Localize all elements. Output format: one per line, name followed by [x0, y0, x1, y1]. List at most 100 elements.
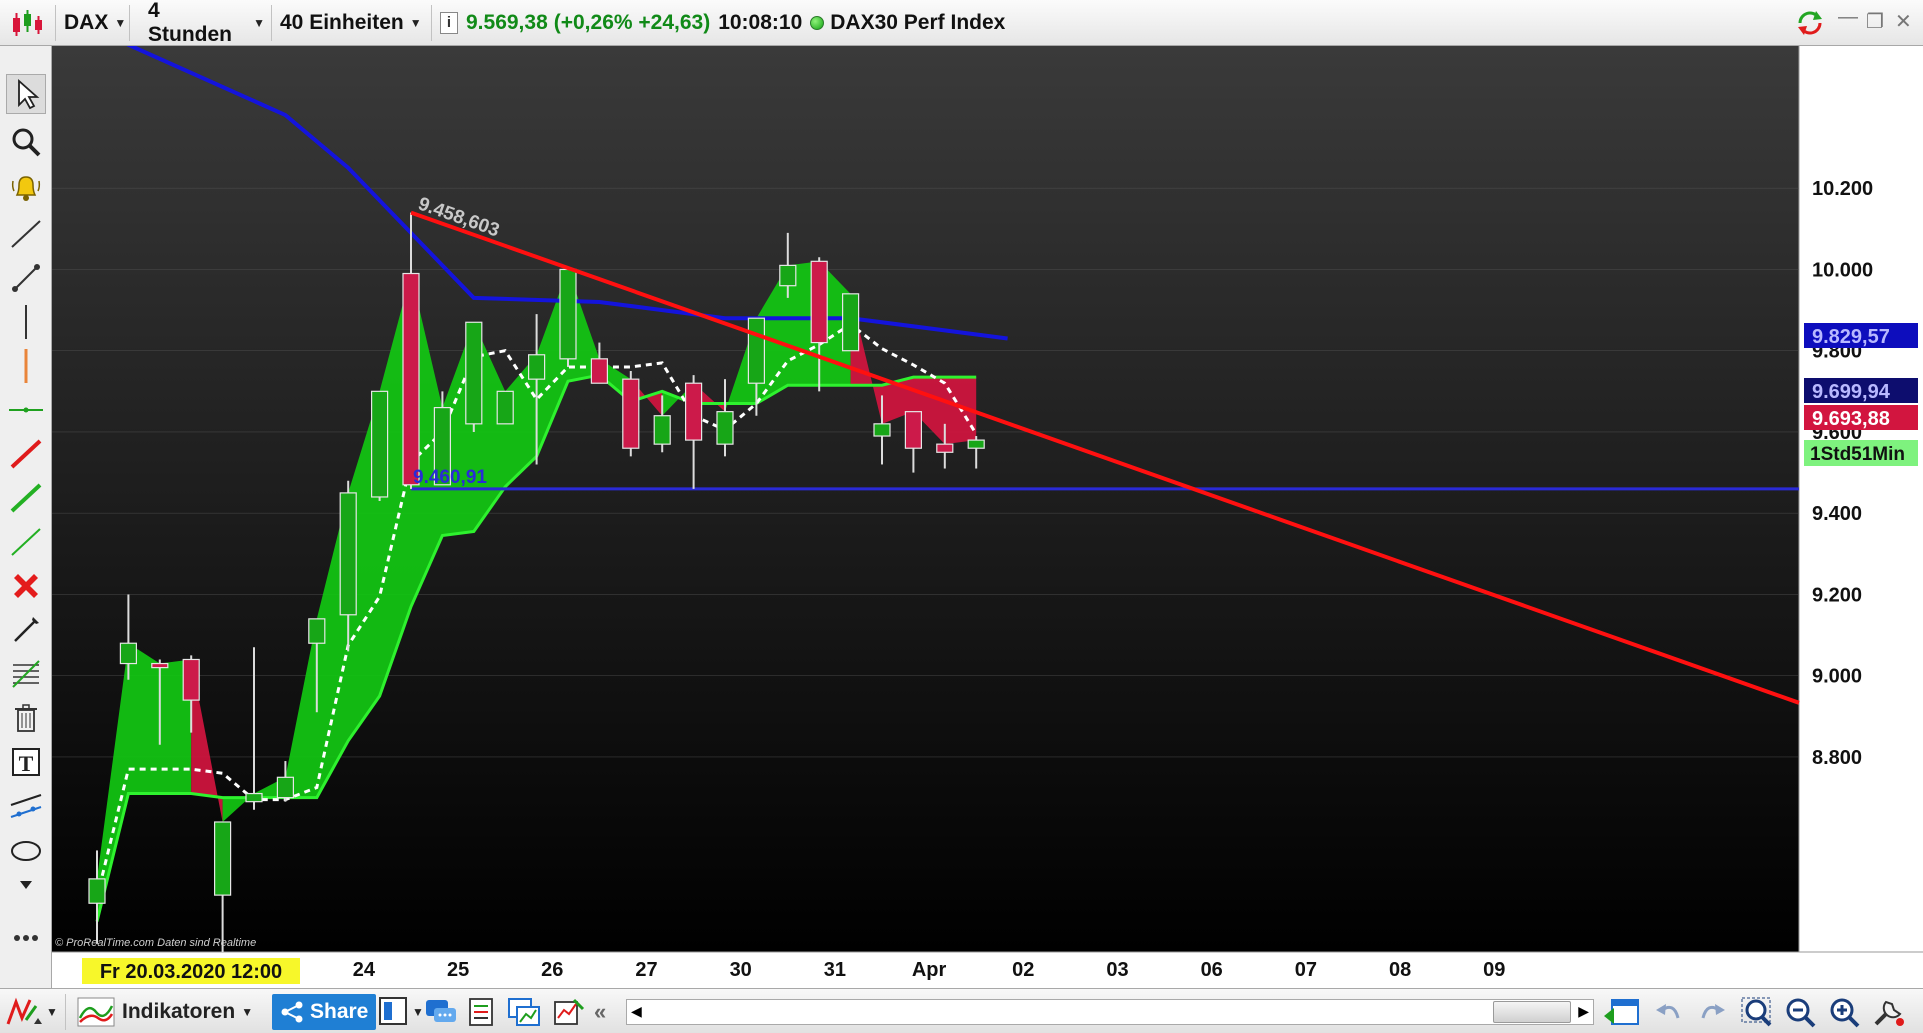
units-label: 40 Einheiten [280, 11, 404, 34]
zoom-out-icon[interactable] [1784, 994, 1818, 1030]
units-dropdown[interactable]: 40 Einheiten ▼ [274, 5, 432, 41]
time-tick-label: 02 [1012, 959, 1034, 981]
share-icon [281, 1001, 303, 1023]
bullish-candle [308, 618, 326, 644]
svg-text:T: T [19, 751, 34, 776]
timeframe-dropdown[interactable]: 4 Stunden ▼ [142, 0, 272, 46]
bearish-candle [622, 378, 640, 449]
trendline-red-icon[interactable] [6, 434, 46, 474]
toolbar-scroll-down-icon[interactable] [6, 872, 46, 898]
delete-drawings-icon[interactable] [6, 566, 46, 606]
layout-icon[interactable]: ▼ [376, 994, 424, 1030]
price-chart[interactable]: 9.460,91 9.458,603 10.200 10.000 9.800 9.600… [52, 46, 1923, 988]
bullish-candle [371, 390, 389, 498]
time-tick-label: 27 [635, 959, 657, 981]
instrument-name: DAX30 Perf Index [830, 11, 1006, 34]
vertical-ray-icon[interactable] [6, 346, 46, 386]
backtest-icon[interactable] [552, 994, 586, 1030]
horizontal-line-icon[interactable] [6, 390, 46, 430]
bullish-candle [214, 821, 232, 896]
undo-icon[interactable] [1652, 994, 1684, 1030]
bearish-candle [684, 382, 703, 441]
scroll-left-icon[interactable]: ◀ [631, 1003, 642, 1020]
time-scrollbar[interactable]: ◀ ▶ [626, 999, 1594, 1025]
trendline-green-icon[interactable] [6, 478, 46, 518]
quote-info: i 9.569,38 (+0,26% +24,63) 10:08:10 DAX3… [434, 5, 1084, 41]
channel-tool-icon[interactable] [6, 786, 46, 826]
trash-icon[interactable] [6, 698, 46, 738]
zoom-tool-icon[interactable] [6, 122, 46, 162]
drawing-toolbar: T [0, 46, 52, 988]
symbol-label: DAX [64, 11, 109, 34]
zoom-fit-icon[interactable] [1740, 994, 1776, 1030]
quote-time: 10:08:10 [718, 11, 803, 34]
comments-icon[interactable] [424, 994, 458, 1030]
collapse-toolbar-button[interactable]: « [594, 994, 606, 1030]
last-price: 9.569,38 [466, 11, 548, 34]
price-change: (+0,26% +24,63) [553, 11, 711, 34]
bullish-candle [528, 354, 546, 380]
plot-background [52, 46, 1799, 952]
price-tick-label: 10.200 [1812, 178, 1873, 200]
indicators-button[interactable]: Indikatoren ▼ [76, 994, 253, 1030]
scroll-right-icon[interactable]: ▶ [1578, 1003, 1589, 1020]
price-badge-label: 9.693,88 [1812, 408, 1890, 430]
time-tick-label: 30 [730, 959, 752, 981]
time-tick-label: 08 [1389, 959, 1411, 981]
alert-bell-icon[interactable] [6, 168, 46, 208]
settings-icon[interactable] [1872, 994, 1908, 1030]
chart-canvas[interactable]: 9.460,919.458,603 10.20010.0009.8009.600… [52, 46, 1923, 988]
fibonacci-tool-icon[interactable] [6, 654, 46, 694]
chevron-down-icon: ▼ [114, 16, 127, 30]
orderbook-icon[interactable] [466, 994, 496, 1030]
bearish-candle [151, 662, 169, 669]
chart-type-icon[interactable] [4, 5, 56, 41]
trading-platform-window: DAX ▼ 4 Stunden ▼ 40 Einheiten ▼ i 9.569,38… [0, 0, 1923, 1033]
bullish-candle [716, 411, 734, 445]
more-options-icon[interactable] [6, 918, 46, 958]
pencil-tool-icon[interactable] [6, 610, 46, 650]
symbol-dropdown[interactable]: DAX ▼ [58, 5, 130, 41]
bearish-candle [810, 260, 828, 344]
bullish-candle [779, 264, 797, 287]
ellipse-tool-icon[interactable] [6, 830, 46, 870]
info-icon[interactable]: i [440, 12, 458, 34]
indicators-label: Indikatoren [122, 1000, 236, 1023]
bullish-candle [276, 776, 294, 799]
scrollbar-thumb[interactable] [1493, 1001, 1571, 1023]
price-tick-label: 9.200 [1812, 584, 1862, 606]
calendar-icon[interactable] [1602, 994, 1640, 1030]
line-tool-icon[interactable] [6, 214, 46, 254]
restore-icon[interactable]: ❐ [1866, 9, 1884, 34]
timeframe-label: 4 Stunden [148, 0, 232, 46]
trendline-thin-icon[interactable] [6, 522, 46, 562]
share-label: Share [310, 1000, 369, 1023]
chevron-down-icon: ▼ [46, 1005, 58, 1019]
bullish-candle [119, 642, 138, 665]
share-button[interactable]: Share [272, 994, 377, 1030]
watermark-text: © ProRealTime.com Daten sind Realtime [55, 937, 256, 949]
time-tick-label: 31 [824, 959, 846, 981]
bullish-candle [841, 293, 860, 352]
text-tool-icon[interactable]: T [6, 742, 46, 782]
segment-tool-icon[interactable] [6, 258, 46, 298]
multi-chart-icon[interactable] [506, 994, 542, 1030]
zoom-in-icon[interactable] [1828, 994, 1862, 1030]
time-tick-label: 25 [447, 959, 469, 981]
bottom-toolbar: ▼ Indikatoren ▼ Share ▼ « ◀ ▶ [0, 988, 1923, 1033]
refresh-icon[interactable] [1794, 9, 1826, 43]
drawing-mode-button[interactable]: ▼ [4, 994, 66, 1030]
chevron-down-icon: ▼ [253, 16, 265, 30]
redo-icon[interactable] [1697, 994, 1729, 1030]
bearish-candle [402, 272, 420, 486]
price-tick-label: 9.400 [1812, 503, 1862, 525]
close-icon[interactable]: ✕ [1895, 9, 1912, 34]
vertical-line-icon[interactable] [6, 302, 46, 342]
time-axis-panel [52, 952, 1923, 988]
chevron-down-icon: ▼ [409, 16, 422, 30]
minimize-icon[interactable]: — [1838, 6, 1858, 29]
time-tick-label: Fr 20.03.2020 12:00 [100, 961, 282, 983]
time-tick-label: 03 [1106, 959, 1128, 981]
pointer-tool-icon[interactable] [6, 74, 46, 114]
time-tick-label: 24 [353, 959, 376, 981]
